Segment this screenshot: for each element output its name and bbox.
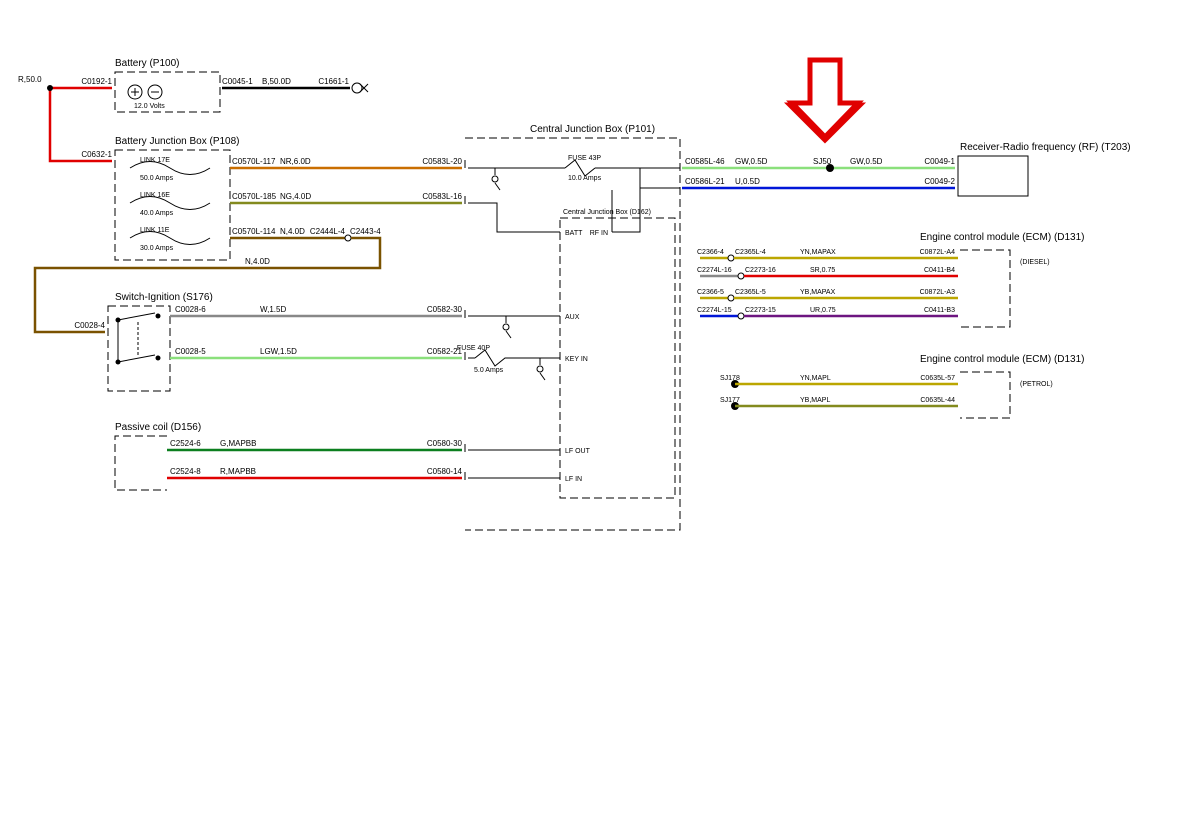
ecm-petrol-note: (PETROL) xyxy=(1020,381,1053,388)
cjb-title: Central Junction Box (P101) xyxy=(530,124,655,135)
lbl-w15: W,1.5D xyxy=(260,305,286,314)
lbl-ur075: UR,0.75 xyxy=(810,307,836,314)
c2524-6: C2524-6 xyxy=(170,439,201,448)
c0028-6: C0028-6 xyxy=(175,305,206,314)
ecm-petrol-title: Engine control module (ECM) (D131) xyxy=(920,354,1085,365)
c0585-46: C0585L-46 xyxy=(685,157,725,166)
lbl-u05d: U,0.5D xyxy=(735,177,760,186)
c2366-5: C2366-5 xyxy=(697,289,724,296)
lbl-ybx: YB,MAPAX xyxy=(800,289,836,296)
lbl-n4: N,4.0D xyxy=(280,227,305,236)
lbl-gw05: GW,0.5D xyxy=(735,157,768,166)
c2273-16: C2273-16 xyxy=(745,267,776,274)
ecm-diesel-title: Engine control module (ECM) (D131) xyxy=(920,232,1085,243)
link16-amps: 40.0 Amps xyxy=(140,210,174,217)
link11-amps: 30.0 Amps xyxy=(140,245,174,252)
receiver-title: Receiver-Radio frequency (RF) (T203) xyxy=(960,142,1131,153)
ecm-petrol-wires: SJ178 YN,MAPL C0635L-57 SJ177 YB,MAPL C0… xyxy=(720,375,958,410)
passive-title: Passive coil (D156) xyxy=(115,422,201,433)
battery-block: Battery (P100) 12.0 Volts xyxy=(115,58,220,112)
wire-n4-b xyxy=(35,238,380,332)
link17-name: LINK 17E xyxy=(140,157,170,164)
c0570-185: C0570L-185 xyxy=(232,192,277,201)
c2444-4: C2444L-4 xyxy=(310,227,346,236)
tag-lfout: LF OUT xyxy=(565,448,591,455)
battery-title: Battery (P100) xyxy=(115,58,179,69)
c0411-b4: C0411-B4 xyxy=(924,267,955,274)
c0192-1: C0192-1 xyxy=(81,77,112,86)
c0411-b3: C0411-B3 xyxy=(924,307,955,314)
c2273-15: C2273-15 xyxy=(745,307,776,314)
c0570-117: C0570L-117 xyxy=(232,157,276,166)
c0872-a3: C0872L-A3 xyxy=(920,289,956,296)
c0583-16: C0583L-16 xyxy=(422,192,462,201)
c0028-4: C0028-4 xyxy=(74,321,105,330)
c0045-1: C0045-1 xyxy=(222,77,253,86)
c0049-2: C0049-2 xyxy=(924,177,955,186)
lbl-nr6: NR,6.0D xyxy=(280,157,311,166)
c2274-16: C2274L-16 xyxy=(697,267,732,274)
cjb-inner-title: Central Junction Box (D162) xyxy=(563,209,651,216)
bjb-title: Battery Junction Box (P108) xyxy=(115,136,240,147)
lbl-r50: R,50.0 xyxy=(18,75,42,84)
c0580-30: C0580-30 xyxy=(427,439,463,448)
c2443-4: C2443-4 xyxy=(350,227,381,236)
c2274-15: C2274L-15 xyxy=(697,307,732,314)
lbl-ng4: NG,4.0D xyxy=(280,192,311,201)
ignition-title: Switch-Ignition (S176) xyxy=(115,292,213,303)
fuse40-amps: 5.0 Amps xyxy=(474,367,504,374)
c2366-4: C2366-4 xyxy=(697,249,724,256)
c0586-21: C0586L-21 xyxy=(685,177,725,186)
tag-rfin: RF IN xyxy=(590,230,608,237)
lbl-n4b: N,4.0D xyxy=(245,257,270,266)
lbl-gw05b: GW,0.5D xyxy=(850,157,883,166)
tag-lfin: LF IN xyxy=(565,476,582,483)
c2365-4: C2365L-4 xyxy=(735,249,766,256)
callout-arrow-icon xyxy=(790,60,860,140)
lbl-ynl: YN,MAPL xyxy=(800,375,831,382)
c0632-1: C0632-1 xyxy=(81,150,112,159)
ecm-diesel-wires: C2366-4 C2365L-4 YN,MAPAX C0872L-A4 C227… xyxy=(697,249,958,319)
c0028-5: C0028-5 xyxy=(175,347,206,356)
c0635-57: C0635L-57 xyxy=(920,375,955,382)
lbl-sr075: SR,0.75 xyxy=(810,267,835,274)
lbl-ynx: YN,MAPAX xyxy=(800,249,836,256)
c2524-8: C2524-8 xyxy=(170,467,201,476)
c1661-1: C1661-1 xyxy=(318,77,349,86)
wiring-diagram: Battery (P100) 12.0 Volts R,50.0 C0192-1… xyxy=(0,0,1200,818)
tag-aux: AUX xyxy=(565,314,580,321)
link11-name: LINK 11E xyxy=(140,227,170,234)
c0583-20: C0583L-20 xyxy=(422,157,462,166)
c0570-114: C0570L-114 xyxy=(232,227,276,236)
lbl-b50d: B,50.0D xyxy=(262,77,291,86)
battery-volts: 12.0 Volts xyxy=(134,103,165,110)
c0635-44: C0635L-44 xyxy=(920,397,955,404)
ecm-diesel-note: (DIESEL) xyxy=(1020,259,1050,266)
link16-name: LINK 16E xyxy=(140,192,170,199)
c0582-30: C0582-30 xyxy=(427,305,463,314)
tag-keyin: KEY IN xyxy=(565,356,588,363)
c0580-14: C0580-14 xyxy=(427,467,463,476)
fuse43-name: FUSE 43P xyxy=(568,155,601,162)
lbl-ybl: YB,MAPL xyxy=(800,397,830,404)
lbl-rmap: R,MAPBB xyxy=(220,467,256,476)
c2365-5: C2365L-5 xyxy=(735,289,766,296)
fuse43-amps: 10.0 Amps xyxy=(568,175,602,182)
c0872-a4: C0872L-A4 xyxy=(920,249,956,256)
lbl-gmap: G,MAPBB xyxy=(220,439,256,448)
c0049-1: C0049-1 xyxy=(924,157,955,166)
lbl-lgw15: LGW,1.5D xyxy=(260,347,297,356)
link17-amps: 50.0 Amps xyxy=(140,175,174,182)
tag-batt: BATT xyxy=(565,230,583,237)
